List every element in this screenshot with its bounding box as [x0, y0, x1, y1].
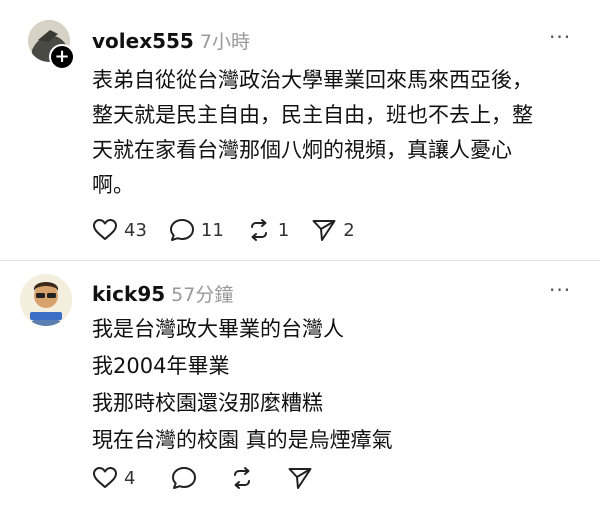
post-body-line: 我2004年畢業 — [92, 354, 230, 378]
repost-button[interactable]: 1 — [246, 218, 289, 242]
repost-count: 1 — [277, 219, 290, 241]
comment-button[interactable]: 11 — [169, 218, 224, 242]
repost-icon — [234, 467, 251, 489]
comment-bubble-icon — [172, 467, 197, 489]
repost-icon — [250, 219, 267, 241]
follow-plus-icon[interactable]: + — [49, 44, 75, 70]
send-icon — [288, 468, 312, 489]
like-count: 43 — [124, 219, 147, 241]
like-button[interactable]: 43 — [92, 218, 147, 242]
post-body-line: 現在台灣的校園 真的是烏煙瘴氣 — [92, 428, 393, 452]
post-body: 表弟自從從台灣政治大學畢業回來馬來西亞後， 整天就是民主自由，民主自由，班也不去… — [92, 63, 582, 203]
post-author[interactable]: kick95 57分鐘 — [92, 280, 233, 307]
post-kick95: kick95 57分鐘 ··· 我是台灣政大畢業的台灣人 我2004年畢業 我那時… — [0, 261, 600, 513]
comment-bubble-icon — [169, 219, 194, 241]
post-body-line: 天就在家看台灣那個八炯的視頻，真讓人憂心 — [92, 138, 512, 162]
post-body-line: 表弟自從從台灣政治大學畢業回來馬來西亞後， — [92, 68, 533, 92]
repost-button[interactable] — [229, 466, 255, 490]
heart-icon — [93, 467, 117, 488]
comment-button[interactable] — [171, 466, 197, 490]
post-body-line: 我那時校園還沒那麼糟糕 — [92, 391, 323, 415]
post-body-line: 整天就是民主自由，民主自由，班也不去上，整 — [92, 103, 533, 127]
share-button[interactable] — [287, 466, 313, 490]
more-options-icon[interactable]: ··· — [549, 25, 571, 49]
avatar[interactable] — [20, 274, 72, 326]
share-count: 2 — [343, 219, 355, 241]
like-button[interactable]: 4 — [92, 466, 135, 490]
share-button[interactable]: 2 — [311, 218, 355, 242]
username[interactable]: kick95 — [92, 282, 165, 306]
send-icon — [312, 220, 336, 241]
post-volex555: + volex555 7小時 ··· 表弟自從從台灣政治大學畢業回來馬來西亞後， … — [0, 0, 600, 262]
post-body-line: 我是台灣政大畢業的台灣人 — [92, 317, 344, 341]
post-actions: 43 11 1 2 — [92, 218, 377, 242]
more-options-icon[interactable]: ··· — [549, 278, 571, 302]
heart-icon — [93, 219, 117, 240]
username[interactable]: volex555 — [92, 29, 194, 53]
comment-count: 11 — [200, 219, 224, 241]
post-body: 我是台灣政大畢業的台灣人 我2004年畢業 我那時校園還沒那麼糟糕 現在台灣的校… — [92, 311, 582, 459]
post-actions: 4 — [92, 466, 335, 490]
post-author[interactable]: volex555 7小時 — [92, 27, 250, 54]
post-time: 57分鐘 — [171, 284, 234, 306]
like-count: 4 — [124, 467, 136, 489]
post-body-line: 啊。 — [92, 173, 134, 197]
post-time: 7小時 — [199, 31, 250, 53]
